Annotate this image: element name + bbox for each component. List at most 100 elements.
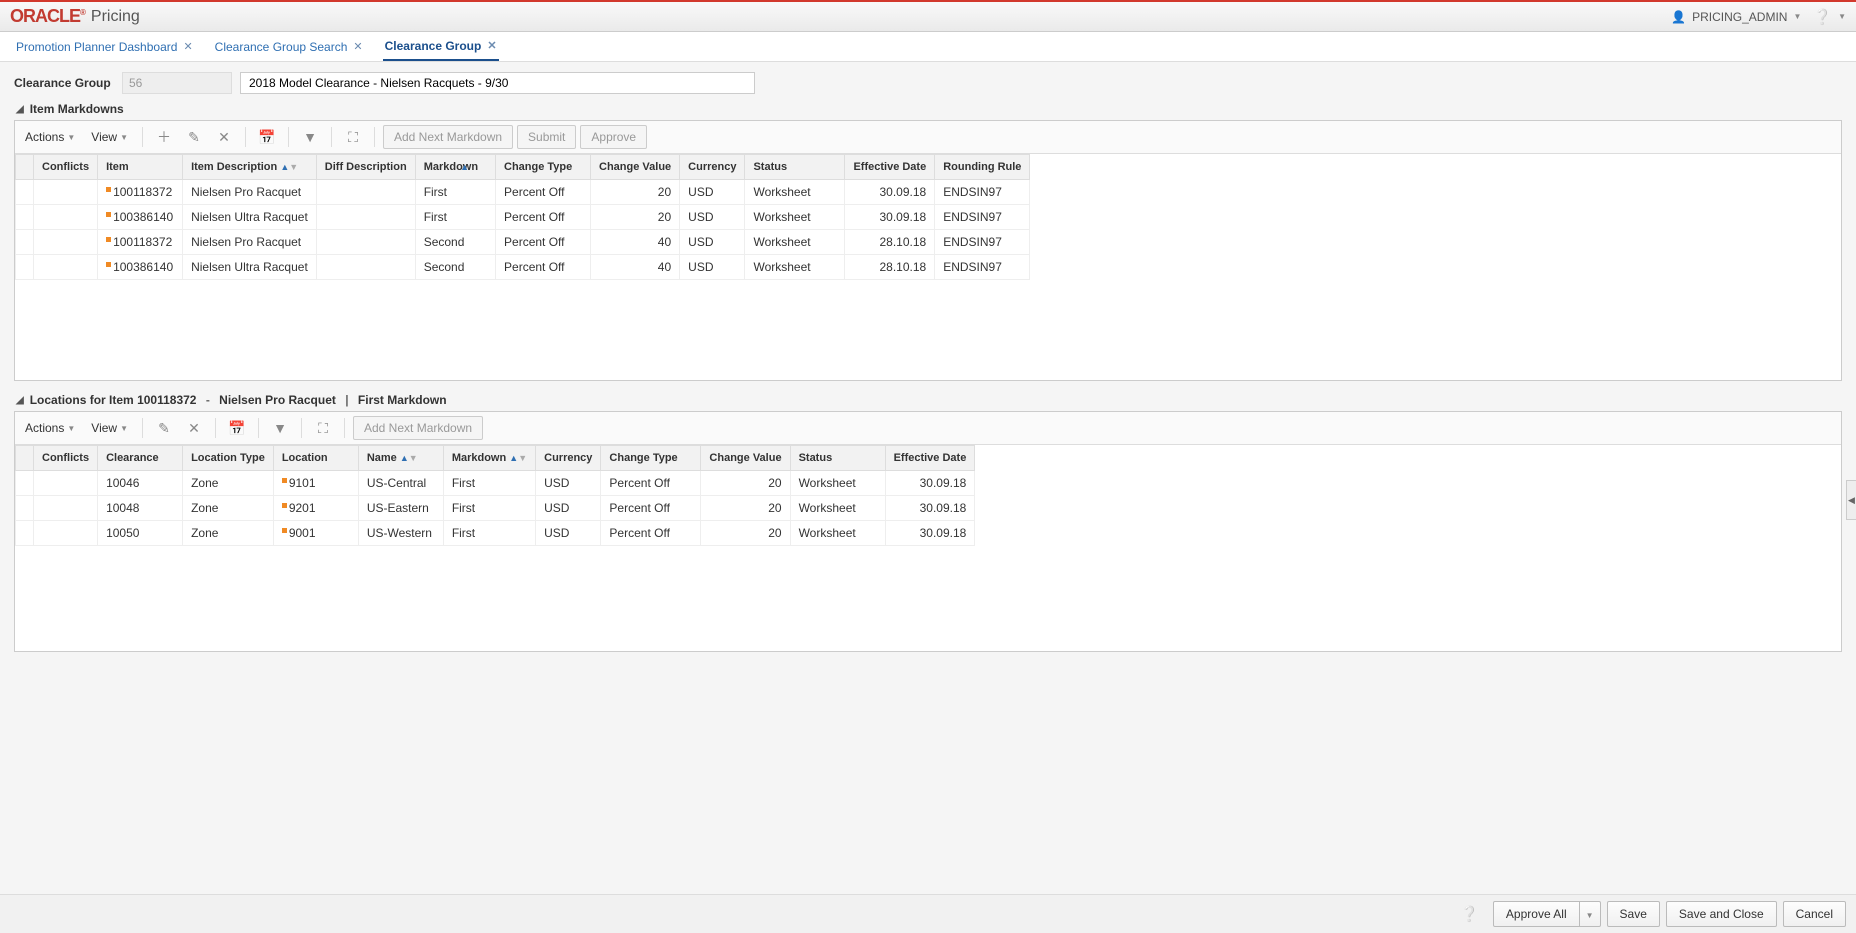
- col-change-type[interactable]: Change Type: [496, 155, 591, 180]
- approve-button[interactable]: Approve: [580, 125, 647, 149]
- col-currency[interactable]: Currency: [536, 446, 601, 471]
- user-menu[interactable]: 👤 PRICING_ADMIN ▼ ❔ ▼: [1671, 8, 1846, 26]
- calendar-icon[interactable]: 📅: [254, 125, 280, 149]
- cell-markdown: First: [443, 521, 535, 546]
- col-rounding-rule[interactable]: Rounding Rule: [935, 155, 1030, 180]
- clearance-group-desc-field[interactable]: [240, 72, 755, 94]
- row-selector[interactable]: [16, 180, 34, 205]
- col-markdown[interactable]: Markdown ▲▼: [443, 446, 535, 471]
- cell-status: Worksheet: [790, 496, 885, 521]
- submit-button[interactable]: Submit: [517, 125, 576, 149]
- cell-change-value: 20: [591, 205, 680, 230]
- view-menu[interactable]: View ▼: [85, 126, 134, 148]
- tab-label: Clearance Group Search: [215, 40, 348, 54]
- cancel-button[interactable]: Cancel: [1783, 901, 1846, 927]
- locations-item-id: 100118372: [137, 393, 196, 407]
- col-change-value[interactable]: Change Value: [591, 155, 680, 180]
- cell-currency: USD: [680, 180, 745, 205]
- col-change-type[interactable]: Change Type: [601, 446, 701, 471]
- table-row[interactable]: 100118372Nielsen Pro Racquet FirstPercent…: [16, 180, 1030, 205]
- page-tabs: Promotion Planner Dashboard ✕ Clearance …: [0, 32, 1856, 62]
- row-selector[interactable]: [16, 521, 34, 546]
- calendar-icon[interactable]: 📅: [224, 416, 250, 440]
- cell-clearance: 10046: [98, 471, 183, 496]
- delete-icon[interactable]: ✕: [211, 125, 237, 149]
- help-icon[interactable]: ❔: [1460, 905, 1479, 923]
- close-icon[interactable]: ✕: [183, 40, 192, 53]
- save-and-close-button[interactable]: Save and Close: [1666, 901, 1777, 927]
- cell-status: Worksheet: [745, 230, 845, 255]
- table-row[interactable]: 10046Zone9101US-CentralFirstUSDPercent O…: [16, 471, 975, 496]
- col-name[interactable]: Name ▲▼: [358, 446, 443, 471]
- cell-status: Worksheet: [745, 180, 845, 205]
- view-menu[interactable]: View ▼: [85, 417, 134, 439]
- cell-item-description: Nielsen Pro Racquet: [183, 180, 317, 205]
- filter-icon[interactable]: ▼: [267, 416, 293, 440]
- col-location[interactable]: Location: [273, 446, 358, 471]
- col-effective-date[interactable]: Effective Date: [845, 155, 935, 180]
- col-item[interactable]: Item: [98, 155, 183, 180]
- row-selector[interactable]: [16, 255, 34, 280]
- cell-change-type: Percent Off: [601, 521, 701, 546]
- cell-item: 100386140: [98, 255, 183, 280]
- edit-icon[interactable]: ✎: [151, 416, 177, 440]
- col-location-type[interactable]: Location Type: [183, 446, 274, 471]
- cell-location: 9201: [273, 496, 358, 521]
- clearance-group-label: Clearance Group: [14, 76, 114, 90]
- tab-clearance-group[interactable]: Clearance Group ✕: [383, 33, 499, 61]
- table-row[interactable]: 10050Zone9001US-WesternFirstUSDPercent O…: [16, 521, 975, 546]
- close-icon[interactable]: ✕: [353, 40, 362, 53]
- edit-icon[interactable]: ✎: [181, 125, 207, 149]
- detach-icon[interactable]: ⛶: [340, 125, 366, 149]
- actions-menu[interactable]: Actions ▼: [19, 126, 81, 148]
- delete-icon[interactable]: ✕: [181, 416, 207, 440]
- table-row[interactable]: 10048Zone9201US-EasternFirstUSDPercent O…: [16, 496, 975, 521]
- col-change-value[interactable]: Change Value: [701, 446, 790, 471]
- tab-label: Promotion Planner Dashboard: [16, 40, 177, 54]
- col-status[interactable]: Status: [790, 446, 885, 471]
- detach-icon[interactable]: ⛶: [310, 416, 336, 440]
- col-currency[interactable]: Currency: [680, 155, 745, 180]
- col-effective-date[interactable]: Effective Date: [885, 446, 975, 471]
- col-markdown[interactable]: Markdown▲: [415, 155, 495, 180]
- cell-location: 9001: [273, 521, 358, 546]
- close-icon[interactable]: ✕: [487, 39, 496, 52]
- tab-clearance-group-search[interactable]: Clearance Group Search ✕: [213, 34, 365, 60]
- approve-all-dropdown[interactable]: ▼: [1580, 901, 1601, 927]
- row-selector[interactable]: [16, 205, 34, 230]
- cell-markdown: Second: [415, 230, 495, 255]
- table-row[interactable]: 100386140Nielsen Ultra RacquetSecondPerc…: [16, 255, 1030, 280]
- locations-header[interactable]: ◢ Locations for Item 100118372 - Nielsen…: [16, 393, 1842, 407]
- add-next-markdown-button[interactable]: Add Next Markdown: [383, 125, 513, 149]
- col-item-description[interactable]: Item Description ▲▼: [183, 155, 317, 180]
- row-selector[interactable]: [16, 230, 34, 255]
- help-icon[interactable]: ❔: [1813, 8, 1832, 26]
- add-icon[interactable]: ＋: [151, 125, 177, 149]
- save-button[interactable]: Save: [1607, 901, 1660, 927]
- locations-panel: Actions ▼ View ▼ ✎ ✕ 📅 ▼ ⛶ Add Next Mark…: [14, 411, 1842, 652]
- actions-menu[interactable]: Actions ▼: [19, 417, 81, 439]
- filter-icon[interactable]: ▼: [297, 125, 323, 149]
- cell-effective-date: 28.10.18: [845, 255, 935, 280]
- cell-conflicts: [34, 471, 98, 496]
- side-panel-handle[interactable]: ◀: [1846, 480, 1856, 520]
- cell-markdown: First: [415, 180, 495, 205]
- table-row[interactable]: 100386140Nielsen Ultra RacquetFirstPerce…: [16, 205, 1030, 230]
- col-conflicts[interactable]: Conflicts: [34, 155, 98, 180]
- locations-toolbar: Actions ▼ View ▼ ✎ ✕ 📅 ▼ ⛶ Add Next Mark…: [15, 412, 1841, 445]
- cell-change-type: Percent Off: [496, 180, 591, 205]
- item-markdowns-header[interactable]: ◢ Item Markdowns: [16, 102, 1842, 116]
- cell-currency: USD: [536, 521, 601, 546]
- row-selector[interactable]: [16, 496, 34, 521]
- col-clearance[interactable]: Clearance: [98, 446, 183, 471]
- col-diff-description[interactable]: Diff Description: [316, 155, 415, 180]
- add-next-markdown-button[interactable]: Add Next Markdown: [353, 416, 483, 440]
- approve-all-button[interactable]: Approve All: [1493, 901, 1580, 927]
- col-conflicts[interactable]: Conflicts: [34, 446, 98, 471]
- cell-conflicts: [34, 255, 98, 280]
- row-selector[interactable]: [16, 471, 34, 496]
- table-row[interactable]: 100118372Nielsen Pro RacquetSecondPercen…: [16, 230, 1030, 255]
- cell-item: 100118372: [98, 180, 183, 205]
- tab-promotion-planner-dashboard[interactable]: Promotion Planner Dashboard ✕: [14, 34, 195, 60]
- col-status[interactable]: Status: [745, 155, 845, 180]
